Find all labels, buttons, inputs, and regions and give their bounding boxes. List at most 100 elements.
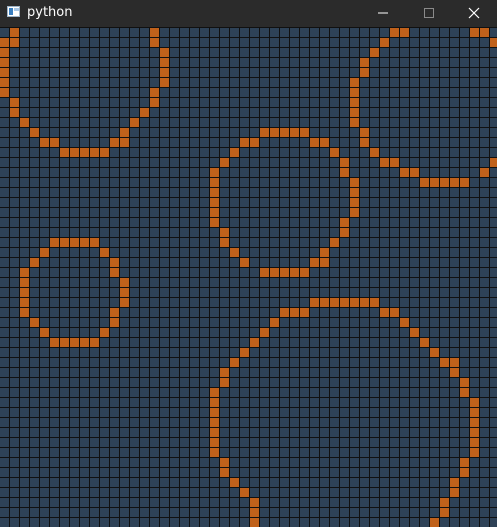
empty-cell[interactable] [450,48,459,57]
empty-cell[interactable] [10,78,19,87]
empty-cell[interactable] [400,348,409,357]
filled-cell[interactable] [70,338,79,347]
empty-cell[interactable] [450,158,459,167]
empty-cell[interactable] [350,158,359,167]
empty-cell[interactable] [30,308,39,317]
empty-cell[interactable] [460,348,469,357]
empty-cell[interactable] [180,28,189,37]
empty-cell[interactable] [10,208,19,217]
empty-cell[interactable] [440,28,449,37]
empty-cell[interactable] [410,368,419,377]
empty-cell[interactable] [100,48,109,57]
filled-cell[interactable] [450,368,459,377]
empty-cell[interactable] [220,98,229,107]
empty-cell[interactable] [140,158,149,167]
empty-cell[interactable] [390,208,399,217]
empty-cell[interactable] [260,338,269,347]
empty-cell[interactable] [400,488,409,497]
empty-cell[interactable] [460,198,469,207]
empty-cell[interactable] [140,138,149,147]
empty-cell[interactable] [0,218,9,227]
empty-cell[interactable] [190,408,199,417]
empty-cell[interactable] [410,508,419,517]
empty-cell[interactable] [60,408,69,417]
empty-cell[interactable] [110,228,119,237]
empty-cell[interactable] [480,388,489,397]
empty-cell[interactable] [200,78,209,87]
empty-cell[interactable] [360,338,369,347]
empty-cell[interactable] [110,338,119,347]
python-app-icon[interactable] [7,6,20,17]
empty-cell[interactable] [10,48,19,57]
empty-cell[interactable] [150,68,159,77]
empty-cell[interactable] [300,448,309,457]
empty-cell[interactable] [290,88,299,97]
empty-cell[interactable] [470,218,479,227]
empty-cell[interactable] [410,478,419,487]
empty-cell[interactable] [40,28,49,37]
empty-cell[interactable] [390,168,399,177]
empty-cell[interactable] [310,268,319,277]
empty-cell[interactable] [380,88,389,97]
empty-cell[interactable] [270,108,279,117]
empty-cell[interactable] [150,448,159,457]
empty-cell[interactable] [410,138,419,147]
empty-cell[interactable] [280,318,289,327]
empty-cell[interactable] [210,268,219,277]
empty-cell[interactable] [400,328,409,337]
empty-cell[interactable] [120,98,129,107]
empty-cell[interactable] [290,488,299,497]
empty-cell[interactable] [120,418,129,427]
empty-cell[interactable] [290,138,299,147]
empty-cell[interactable] [470,488,479,497]
filled-cell[interactable] [210,408,219,417]
empty-cell[interactable] [400,158,409,167]
empty-cell[interactable] [270,468,279,477]
empty-cell[interactable] [490,398,497,407]
empty-cell[interactable] [220,438,229,447]
empty-cell[interactable] [210,358,219,367]
empty-cell[interactable] [240,38,249,47]
empty-cell[interactable] [40,458,49,467]
empty-cell[interactable] [370,38,379,47]
empty-cell[interactable] [150,278,159,287]
empty-cell[interactable] [450,278,459,287]
empty-cell[interactable] [310,248,319,257]
empty-cell[interactable] [410,278,419,287]
empty-cell[interactable] [100,228,109,237]
empty-cell[interactable] [80,438,89,447]
empty-cell[interactable] [370,238,379,247]
empty-cell[interactable] [190,398,199,407]
empty-cell[interactable] [140,448,149,457]
empty-cell[interactable] [410,208,419,217]
empty-cell[interactable] [480,488,489,497]
empty-cell[interactable] [180,198,189,207]
empty-cell[interactable] [30,238,39,247]
filled-cell[interactable] [30,318,39,327]
empty-cell[interactable] [490,348,497,357]
empty-cell[interactable] [170,188,179,197]
empty-cell[interactable] [390,48,399,57]
empty-cell[interactable] [360,148,369,157]
filled-cell[interactable] [60,148,69,157]
empty-cell[interactable] [390,178,399,187]
empty-cell[interactable] [250,488,259,497]
empty-cell[interactable] [140,188,149,197]
empty-cell[interactable] [80,58,89,67]
empty-cell[interactable] [290,368,299,377]
empty-cell[interactable] [230,468,239,477]
empty-cell[interactable] [10,238,19,247]
empty-cell[interactable] [70,38,79,47]
empty-cell[interactable] [460,318,469,327]
empty-cell[interactable] [200,188,209,197]
empty-cell[interactable] [0,148,9,157]
empty-cell[interactable] [210,288,219,297]
empty-cell[interactable] [330,488,339,497]
empty-cell[interactable] [110,288,119,297]
empty-cell[interactable] [10,388,19,397]
empty-cell[interactable] [170,468,179,477]
filled-cell[interactable] [470,438,479,447]
empty-cell[interactable] [460,488,469,497]
empty-cell[interactable] [100,258,109,267]
empty-cell[interactable] [20,68,29,77]
